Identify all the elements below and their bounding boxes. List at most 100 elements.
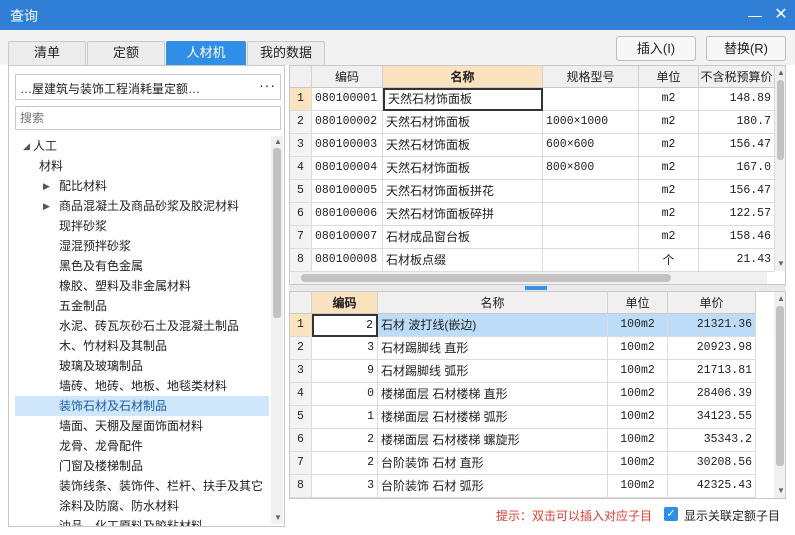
price-cell[interactable]: 34123.55 [668, 406, 756, 429]
code-cell[interactable]: 2 [312, 429, 378, 452]
unit-cell[interactable]: 100m2 [608, 383, 668, 406]
top-table-scroll-thumb[interactable] [777, 80, 784, 160]
name-cell[interactable]: 天然石材饰面板 [383, 134, 543, 157]
column-header-code[interactable]: 编码 [312, 66, 383, 88]
price-cell[interactable]: 35343.2 [668, 429, 756, 452]
code-cell[interactable]: 080100005 [312, 180, 383, 203]
code-cell[interactable]: 080100007 [312, 226, 383, 249]
spec-cell[interactable]: 1000×1000 [543, 111, 639, 134]
name-cell[interactable]: 石材板点缀 [383, 249, 543, 272]
bottom-table-scroll-thumb[interactable] [776, 306, 784, 466]
price-cell[interactable]: 21.43 [699, 249, 775, 272]
tree-item[interactable]: 配比材料 [59, 176, 107, 196]
name-cell[interactable]: 天然石材饰面板 [383, 157, 543, 180]
unit-cell[interactable]: m2 [639, 226, 699, 249]
spec-cell[interactable] [543, 249, 639, 272]
name-cell[interactable]: 天然石材饰面板拼花 [383, 180, 543, 203]
tab-quota[interactable]: 定额 [87, 41, 165, 65]
tree-item[interactable]: 木、竹材料及其制品 [59, 336, 167, 356]
scroll-up-icon[interactable]: ▲ [274, 137, 282, 146]
name-cell[interactable]: 石材踢脚线 弧形 [378, 360, 608, 383]
unit-cell[interactable]: m2 [639, 203, 699, 226]
unit-cell[interactable]: 个 [639, 249, 699, 272]
spec-cell[interactable] [543, 226, 639, 249]
unit-cell[interactable]: m2 [639, 111, 699, 134]
replace-button[interactable]: 替换(R) [706, 36, 786, 61]
show-related-quota-checkbox[interactable]: ✓ [664, 507, 678, 521]
code-cell[interactable]: 3 [312, 337, 378, 360]
bottom-table-scrollbar[interactable]: ▲ ▼ [774, 292, 785, 498]
tree-item-materials[interactable]: 材料 [39, 156, 63, 176]
unit-cell[interactable]: m2 [639, 88, 699, 111]
unit-cell[interactable]: 100m2 [608, 360, 668, 383]
tab-bill[interactable]: 清单 [8, 41, 86, 65]
spec-cell[interactable]: 600×600 [543, 134, 639, 157]
search-box[interactable] [15, 106, 281, 130]
expanded-caret-icon[interactable]: ◢ [23, 141, 30, 152]
price-cell[interactable]: 42325.43 [668, 475, 756, 498]
tree-item[interactable]: 油品、化工原料及胶粘材料 [59, 516, 203, 526]
tree-scroll-thumb[interactable] [273, 148, 281, 318]
horizontal-scroll-thumb[interactable] [301, 274, 671, 282]
scroll-up-icon[interactable]: ▲ [777, 294, 785, 303]
price-cell[interactable]: 20923.98 [668, 337, 756, 360]
code-cell[interactable]: 2 [312, 452, 378, 475]
scroll-down-icon[interactable]: ▼ [777, 259, 785, 268]
name-cell[interactable]: 台阶装饰 石材 直形 [378, 452, 608, 475]
code-cell[interactable]: 080100002 [312, 111, 383, 134]
tree-item[interactable]: 湿混预拌砂浆 [59, 236, 131, 256]
code-cell[interactable]: 080100004 [312, 157, 383, 180]
unit-cell[interactable]: m2 [639, 134, 699, 157]
unit-cell[interactable]: 100m2 [608, 452, 668, 475]
code-cell[interactable]: 3 [312, 475, 378, 498]
price-cell[interactable]: 156.47 [699, 134, 775, 157]
top-table-horizontal-scrollbar[interactable] [291, 272, 767, 284]
code-cell-focused[interactable]: 2 [312, 314, 378, 337]
top-table-scrollbar[interactable]: ▲ ▼ [775, 66, 785, 271]
code-cell[interactable]: 1 [312, 406, 378, 429]
name-cell[interactable]: 楼梯面层 石材楼梯 螺旋形 [378, 429, 608, 452]
price-cell[interactable]: 148.89 [699, 88, 775, 111]
tab-labor-material-machine[interactable]: 人材机 [166, 41, 246, 65]
collapsed-caret-icon[interactable]: ▶ [43, 181, 50, 192]
column-header-price[interactable]: 不含税预算价 [699, 66, 775, 88]
name-cell[interactable]: 石材成品窗台板 [383, 226, 543, 249]
spec-cell[interactable] [543, 203, 639, 226]
code-cell[interactable]: 9 [312, 360, 378, 383]
price-cell[interactable]: 21713.81 [668, 360, 756, 383]
name-cell[interactable]: 石材踢脚线 直形 [378, 337, 608, 360]
scroll-up-icon[interactable]: ▲ [777, 68, 785, 77]
tree-item[interactable]: 黑色及有色金属 [59, 256, 143, 276]
column-header-name[interactable]: 名称 [378, 292, 608, 314]
tab-my-data[interactable]: 我的数据 [247, 41, 325, 65]
insert-button[interactable]: 插入(I) [616, 36, 696, 61]
spec-cell[interactable]: 800×800 [543, 157, 639, 180]
price-cell[interactable]: 158.46 [699, 226, 775, 249]
scroll-down-icon[interactable]: ▼ [274, 513, 282, 522]
name-cell[interactable]: 楼梯面层 石材楼梯 直形 [378, 383, 608, 406]
price-cell[interactable]: 156.47 [699, 180, 775, 203]
price-cell[interactable]: 30208.56 [668, 452, 756, 475]
unit-cell[interactable]: m2 [639, 157, 699, 180]
tree-item[interactable]: 墙砖、地砖、地板、地毯类材料 [59, 376, 227, 396]
price-cell[interactable]: 28406.39 [668, 383, 756, 406]
code-cell[interactable]: 080100008 [312, 249, 383, 272]
column-header-unit[interactable]: 单位 [639, 66, 699, 88]
close-button[interactable]: ✕ [770, 4, 792, 26]
column-header-name[interactable]: 名称 [383, 66, 543, 88]
scroll-down-icon[interactable]: ▼ [777, 486, 785, 495]
unit-cell[interactable]: 100m2 [608, 475, 668, 498]
tree-item[interactable]: 门窗及楼梯制品 [59, 456, 143, 476]
minimize-button[interactable]: — [744, 4, 766, 26]
tree-scrollbar[interactable]: ▲ ▼ [271, 136, 283, 524]
tree-item[interactable]: 装饰线条、装饰件、栏杆、扶手及其它 [59, 476, 263, 496]
unit-cell[interactable]: 100m2 [608, 337, 668, 360]
quota-library-select[interactable]: …屋建筑与装饰工程消耗量定额… ··· [15, 74, 281, 100]
price-cell[interactable]: 180.7 [699, 111, 775, 134]
price-cell[interactable]: 167.0 [699, 157, 775, 180]
tree-item[interactable]: 墙面、天棚及屋面饰面材料 [59, 416, 203, 436]
code-cell[interactable]: 080100006 [312, 203, 383, 226]
column-header-price[interactable]: 单价 [668, 292, 756, 314]
tree-item[interactable]: 商品混凝土及商品砂浆及胶泥材料 [59, 196, 239, 216]
tree-item[interactable]: 橡胶、塑料及非金属材料 [59, 276, 191, 296]
